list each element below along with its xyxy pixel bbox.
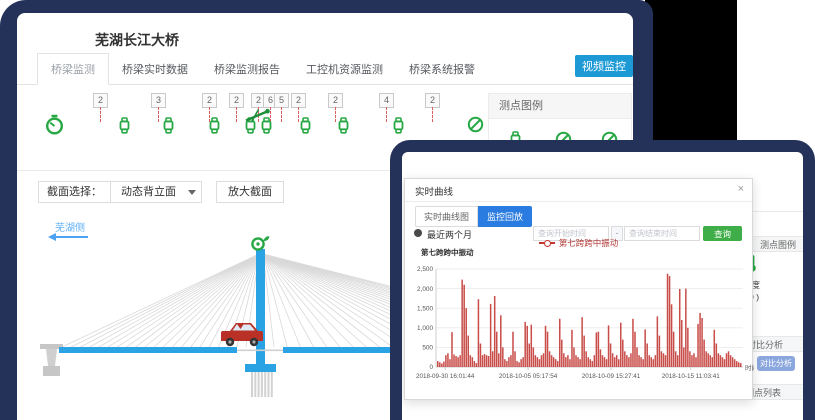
sensor-count-badge: 4 xyxy=(379,93,394,108)
modal-window-frame: 测点图例 温度 ( 9 ) 对比分析 对比分析 测点列表 实时曲线 xyxy=(390,140,815,420)
chain-sensor-icon[interactable] xyxy=(392,117,405,139)
no-entry-icon[interactable] xyxy=(467,116,484,138)
sensor-count-badge: 2 xyxy=(328,93,343,108)
sensor-count-badge: 5 xyxy=(274,93,289,108)
tab-bridge-monitor[interactable]: 桥梁监测 xyxy=(37,53,109,85)
page-title: 芜湖长江大桥 xyxy=(95,30,179,50)
dialog-tab-group: 实时曲线图 监控回放 xyxy=(415,206,532,227)
bridge-side-label: 芜湖侧 xyxy=(55,219,85,234)
svg-text:1,000: 1,000 xyxy=(417,325,433,332)
enlarge-section-button[interactable]: 放大截面 xyxy=(216,181,284,203)
sensor-count-badge: 2 xyxy=(425,93,440,108)
svg-text:2,500: 2,500 xyxy=(417,266,433,273)
dialog-header: 实时曲线 × xyxy=(405,179,752,202)
modal-window: 测点图例 温度 ( 9 ) 对比分析 对比分析 测点列表 实时曲线 xyxy=(402,152,803,420)
sensor-count-badge: 2 xyxy=(93,93,108,108)
tab-monitor-playback[interactable]: 监控回放 xyxy=(478,206,532,227)
jack-icon[interactable] xyxy=(245,108,272,127)
svg-text:第七跨跨中振动: 第七跨跨中振动 xyxy=(421,247,474,257)
chain-sensor-icon[interactable] xyxy=(118,117,131,139)
section-select-group: 截面选择： 动态背立面 xyxy=(38,181,202,203)
section-controls: 截面选择： 动态背立面 放大截面 xyxy=(38,181,284,203)
chain-sensor-icon[interactable] xyxy=(337,117,350,139)
svg-text:1,500: 1,500 xyxy=(417,305,433,312)
tab-realtime-curve[interactable]: 实时曲线图 xyxy=(415,206,478,227)
chain-sensor-icon[interactable] xyxy=(299,117,312,139)
section-select[interactable]: 动态背立面 xyxy=(110,182,201,202)
dialog-title: 实时曲线 xyxy=(415,184,453,198)
chain-sensor-icon[interactable] xyxy=(208,117,221,139)
svg-text:2,000: 2,000 xyxy=(417,286,433,293)
svg-text:0: 0 xyxy=(429,364,433,371)
gauge-icon[interactable] xyxy=(45,114,64,140)
svg-text:500: 500 xyxy=(422,345,433,352)
svg-text:2018-09-30 16:01:44: 2018-09-30 16:01:44 xyxy=(416,373,475,380)
badge-pointer-line xyxy=(158,107,159,122)
sensor-count-badge: 2 xyxy=(202,93,217,108)
svg-text:2018-10-05 05:17:54: 2018-10-05 05:17:54 xyxy=(499,373,558,380)
badge-pointer-line xyxy=(432,107,433,122)
screenshot-stage: 芜湖长江大桥 桥梁监测 桥梁实时数据 桥梁监测报告 工控机资源监测 桥梁系统报警… xyxy=(0,0,815,420)
close-icon[interactable]: × xyxy=(738,183,744,195)
video-monitor-button[interactable]: 视频监控 xyxy=(575,55,633,77)
tab-monitor-report[interactable]: 桥梁监测报告 xyxy=(201,54,293,84)
legend-panel-title: 测点图例 xyxy=(489,94,631,119)
sensor-count-badge: 2 xyxy=(291,93,306,108)
tab-system-alarm[interactable]: 桥梁系统报警 xyxy=(396,54,488,84)
badge-pointer-line xyxy=(100,107,101,122)
badge-pointer-line xyxy=(386,107,387,122)
tower-top-sensor-icon[interactable] xyxy=(252,236,269,249)
compare-analysis-button[interactable]: 对比分析 xyxy=(757,356,795,371)
vibration-chart: 第七跨跨中振动 0 500 1,000 1,500 2,000 2,500 2018-09-3… xyxy=(405,243,754,395)
section-select-label: 截面选择： xyxy=(39,182,110,202)
sensor-count-badge: 2 xyxy=(229,93,244,108)
background-black-area xyxy=(645,0,737,146)
chain-sensor-icon[interactable] xyxy=(162,117,175,139)
badge-pointer-line xyxy=(335,107,336,122)
badge-pointer-line xyxy=(281,107,282,122)
svg-text:2018-10-09 15:27:41: 2018-10-09 15:27:41 xyxy=(582,373,641,380)
svg-text:时间: 时间 xyxy=(745,363,754,372)
sensor-count-badge: 3 xyxy=(151,93,166,108)
badge-pointer-line xyxy=(236,107,237,122)
radio-last-two-months[interactable] xyxy=(414,229,422,237)
realtime-curve-dialog: 实时曲线 × 实时曲线图 监控回放 最近两个月 - 查询 第七跨 xyxy=(404,178,753,400)
select-caret-icon xyxy=(188,190,196,195)
section-select-value: 动态背立面 xyxy=(121,186,176,198)
main-tab-bar: 桥梁监测 桥梁实时数据 桥梁监测报告 工控机资源监测 桥梁系统报警 xyxy=(17,57,633,85)
tab-ipc-resource[interactable]: 工控机资源监测 xyxy=(293,54,396,84)
tab-realtime-data[interactable]: 桥梁实时数据 xyxy=(109,54,201,84)
svg-text:2018-10-15 11:03:41: 2018-10-15 11:03:41 xyxy=(662,373,721,380)
